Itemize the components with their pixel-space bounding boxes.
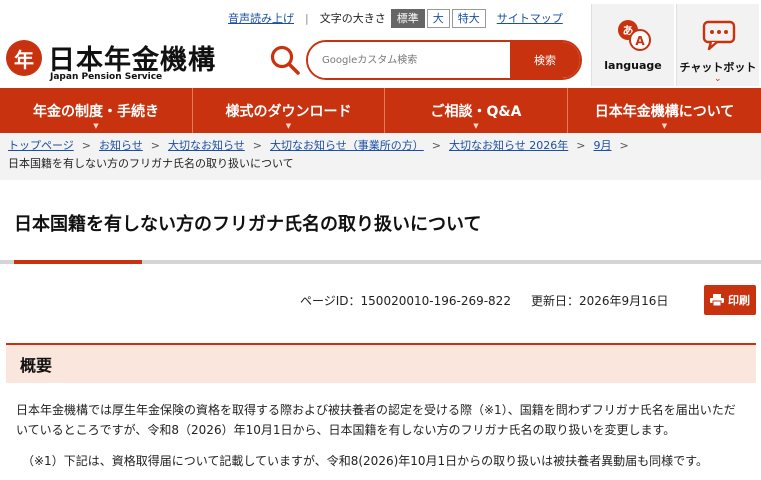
divider: | [305,11,309,25]
chevron-right-icon: > [81,139,91,152]
section-note: （※1）下記は、資格取得届について記載していますが、令和8(2026)年10月1… [22,454,708,468]
search-form: 検索 [306,40,582,80]
nav-item-label: 年金の制度・手続き [33,103,159,120]
nav-item-label: 様式のダウンロード [225,103,352,120]
chat-bubble-icon [702,20,736,51]
breadcrumb-link[interactable]: 9月 [594,139,612,152]
site-logo[interactable]: 年 日本年金機構 Japan Pension Service [6,36,226,86]
chevron-down-icon: ▼ [473,122,479,130]
nav-item-label: ご相談・Q&A [430,103,522,120]
chevron-down-icon: ▼ [661,122,668,130]
breadcrumb-link[interactable]: トップページ [8,139,74,152]
section-heading: 概要 [6,343,756,383]
page-title: 日本国籍を有しない方のフリガナ氏名の取り扱いについて [14,214,482,235]
chevron-right-icon: > [150,139,160,152]
print-button[interactable]: 印刷 [704,285,756,315]
updated-date: 更新日：2026年9月16日 [530,294,669,308]
font-size-large-button[interactable]: 大 [426,8,450,28]
chatbot-button[interactable]: チャットボット ⌄ [676,4,759,86]
nav-item-about[interactable]: 日本年金機構について ▼ [568,88,761,133]
page-id: ページID：150020010-196-269-822 [300,294,511,308]
search-input[interactable] [308,42,510,78]
breadcrumb-link[interactable]: 大切なお知らせ [168,139,245,152]
font-size-label: 文字の大きさ [319,12,386,25]
site-header: 年 日本年金機構 Japan Pension Service 音声読み上げ | … [0,0,761,88]
logo-mark-icon: 年 [6,40,42,76]
utility-bar: 音声読み上げ | 文字の大きさ 標準 大 特大 サイトマップ [228,8,563,28]
read-aloud-link[interactable]: 音声読み上げ [228,10,294,26]
breadcrumb-current: 日本国籍を有しない方のフリガナ氏名の取り扱いについて [8,157,294,170]
chevron-down-icon: ▼ [285,122,292,130]
nav-item-consult[interactable]: ご相談・Q&A ▼ [385,88,568,133]
language-label: language [604,59,662,72]
font-size-xlarge-button[interactable]: 特大 [451,8,486,28]
nav-item-forms[interactable]: 様式のダウンロード ▼ [193,88,385,133]
page-title-block: 日本国籍を有しない方のフリガナ氏名の取り扱いについて [0,188,761,264]
title-accent-bar [14,260,142,264]
chevron-right-icon: > [252,139,262,152]
chevron-right-icon: > [619,139,629,152]
chevron-down-icon: ⌄ [714,74,722,84]
breadcrumb-link[interactable]: 大切なお知らせ（事業所の方） [270,139,424,152]
chevron-right-icon: > [431,139,441,152]
nav-item-system[interactable]: 年金の制度・手続き ▼ [0,88,193,133]
nav-item-label: 日本年金機構について [594,103,735,120]
chevron-right-icon: > [576,139,586,152]
search-icon [270,45,300,75]
language-icon: あ A [618,20,651,51]
breadcrumb-link[interactable]: 大切なお知らせ 2026年 [449,139,568,152]
section-body: 日本年金機構では厚生年金保険の資格を取得する際および被扶養者の認定を受ける際（※… [16,403,736,437]
search-button[interactable]: 検索 [510,42,580,78]
breadcrumb-link[interactable]: お知らせ [99,139,143,152]
font-size-standard-button[interactable]: 標準 [390,8,425,28]
chevron-down-icon: ▼ [93,122,99,130]
svg-text:A: A [635,34,645,48]
sitemap-link[interactable]: サイトマップ [497,10,563,26]
page-meta: ページID：150020010-196-269-822 更新日：2026年9月16… [300,292,668,309]
printer-icon [710,294,724,306]
chatbot-label: チャットボット [679,61,757,74]
language-button[interactable]: あ A language [591,4,674,86]
print-label: 印刷 [728,294,750,307]
global-nav: 年金の制度・手続き ▼ 様式のダウンロード ▼ ご相談・Q&A ▼ 日本年金機構… [0,88,761,133]
logo-subtitle: Japan Pension Service [50,72,163,82]
breadcrumb: トップページ > お知らせ > 大切なお知らせ > 大切なお知らせ（事業所の方） > 大切なお知… [0,133,761,180]
